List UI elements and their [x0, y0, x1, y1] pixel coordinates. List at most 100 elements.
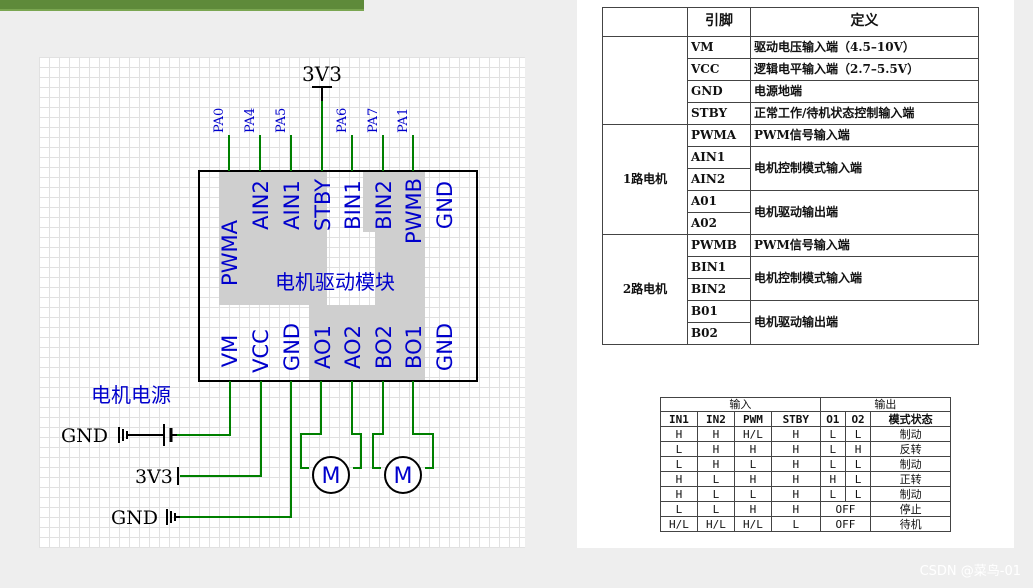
truth-cell: H	[733, 441, 772, 457]
truth-cell: L	[770, 516, 821, 532]
truth-cell: H/L	[660, 516, 698, 532]
group-out-label: 输出	[819, 397, 952, 412]
pin-definition: 电机驱动输出端	[750, 300, 979, 345]
pin-name: AIN1	[687, 146, 751, 169]
truth-cell: L	[844, 456, 872, 472]
truth-row: H L L H L L 制动	[660, 486, 951, 502]
truth-row: H L H H H L 正转	[660, 471, 951, 487]
pin-table-header: 引脚 定义	[602, 7, 979, 37]
chip-pin-ain2: AIN2	[249, 180, 273, 230]
truth-cell: 制动	[870, 486, 951, 502]
truth-cell: H	[770, 456, 821, 472]
truth-cell: L	[819, 456, 846, 472]
truth-col-header: IN2	[696, 411, 735, 427]
truth-cell: L	[733, 486, 772, 502]
pin-name: VCC	[687, 58, 751, 81]
truth-cell: H	[660, 426, 698, 442]
chip-pin-vm: VM	[218, 335, 242, 367]
pin-definition: 正常工作/待机状态控制输入端	[750, 102, 979, 125]
truth-cell: L	[844, 486, 872, 502]
truth-cell: H	[770, 471, 821, 487]
group-name: 2路电机	[602, 234, 688, 345]
truth-cell: H	[660, 486, 698, 502]
chip-pin-vcc: VCC	[249, 329, 273, 373]
left-label-3v3: 3V3	[135, 466, 173, 488]
truth-cell: 停止	[870, 501, 951, 517]
truth-cell: 正转	[870, 471, 951, 487]
truth-table: 输入 输出 IN1 IN2 PWM STBY O1 O2 模式状态 H H H/L H…	[660, 397, 952, 532]
truth-cell: L	[660, 441, 698, 457]
module-name: 电机驱动模块	[275, 270, 395, 294]
pin-name: A01	[687, 190, 751, 213]
truth-cell: L	[819, 426, 846, 442]
chip-pin-pwmb: PWMB	[402, 178, 426, 244]
mcu-pin-pa7: PA7	[366, 108, 381, 133]
truth-col-header: 模式状态	[870, 411, 951, 427]
truth-cell: L	[844, 426, 872, 442]
pin-definition: 电源地端	[750, 80, 979, 103]
pin-definition-table: 引脚 定义 VM 驱动电压输入端（4.5–10V） VCC 逻辑电平输入端（2.…	[602, 7, 979, 345]
ground-symbol-1	[118, 427, 137, 443]
motor-a-label: M	[322, 464, 341, 489]
bottom-wires	[177, 381, 434, 518]
truth-cell: L	[660, 501, 698, 517]
chip-pin-gnd-bottom: GND	[280, 323, 304, 371]
truth-row: H H H/L H L L 制动	[660, 426, 951, 442]
chip-pin-gnd-top: GND	[433, 181, 457, 229]
truth-cell: H	[770, 486, 821, 502]
truth-cell: H/L	[696, 516, 735, 532]
group-in-label: 输入	[660, 397, 821, 412]
pin-definition: PWM信号输入端	[750, 124, 979, 147]
chip-pin-stby: STBY	[311, 179, 335, 231]
truth-cell: H/L	[733, 426, 772, 442]
truth-row: H/L H/L H/L L OFF 待机	[660, 516, 951, 532]
truth-cell: H/L	[733, 516, 772, 532]
power-3v3-top-label: 3V3	[302, 62, 342, 86]
truth-group-header: 输入 输出	[660, 397, 952, 412]
truth-cell: OFF	[819, 516, 872, 532]
pin-name: BIN1	[687, 256, 751, 279]
truth-cell: H	[696, 426, 735, 442]
chip-pin-bin2: BIN2	[372, 180, 396, 230]
chip-pin-ain1: AIN1	[280, 180, 304, 230]
truth-cell: 待机	[870, 516, 951, 532]
battery-symbol	[137, 424, 177, 446]
truth-row: L H L H L L 制动	[660, 456, 951, 472]
pin-name: STBY	[687, 102, 751, 125]
truth-header: IN1 IN2 PWM STBY O1 O2 模式状态	[660, 411, 951, 427]
mcu-pin-pa5: PA5	[274, 108, 289, 133]
truth-cell: H	[770, 426, 821, 442]
pin-name: PWMB	[687, 234, 751, 257]
table-row: 1路电机 PWMA PWM信号输入端	[602, 124, 979, 235]
truth-body: H H H/L H L L 制动 L H H H L H 反转 L H L H L L 制动 H L H H H L 正转 H L L H L L…	[660, 426, 951, 532]
truth-cell: L	[844, 471, 872, 487]
truth-cell: L	[733, 456, 772, 472]
pin-definition: 驱动电压输入端（4.5–10V）	[750, 36, 979, 59]
table-row: VM 驱动电压输入端（4.5–10V）	[602, 36, 979, 125]
truth-cell: L	[660, 456, 698, 472]
chip-pin-pwma: PWMA	[218, 219, 242, 286]
truth-cell: H	[696, 441, 735, 457]
truth-cell: 制动	[870, 426, 951, 442]
truth-cell: H	[844, 441, 872, 457]
mcu-pin-pa1: PA1	[396, 108, 411, 133]
truth-cell: L	[819, 486, 846, 502]
truth-cell: H	[733, 501, 772, 517]
chip-pin-bo2: BO2	[372, 325, 396, 369]
motor-power-label: 电机电源	[91, 383, 171, 407]
top-banner	[0, 0, 364, 11]
pin-definition: 电机驱动输出端	[750, 190, 979, 235]
pin-name: GND	[687, 80, 751, 103]
truth-col-header: O2	[844, 411, 872, 427]
left-label-gnd-1: GND	[61, 425, 108, 447]
pin-name: BIN2	[687, 278, 751, 301]
mcu-pin-pa4: PA4	[243, 108, 258, 133]
pin-definition: 电机控制模式输入端	[750, 146, 979, 191]
truth-cell: H	[696, 456, 735, 472]
truth-cell: L	[696, 486, 735, 502]
watermark: CSDN @菜鸟-01	[919, 564, 1021, 579]
chip-pin-ao2: AO2	[341, 325, 365, 369]
mcu-pin-pa6: PA6	[335, 108, 350, 133]
chip-pin-ao1: AO1	[311, 325, 335, 369]
pin-name: B02	[687, 322, 751, 345]
